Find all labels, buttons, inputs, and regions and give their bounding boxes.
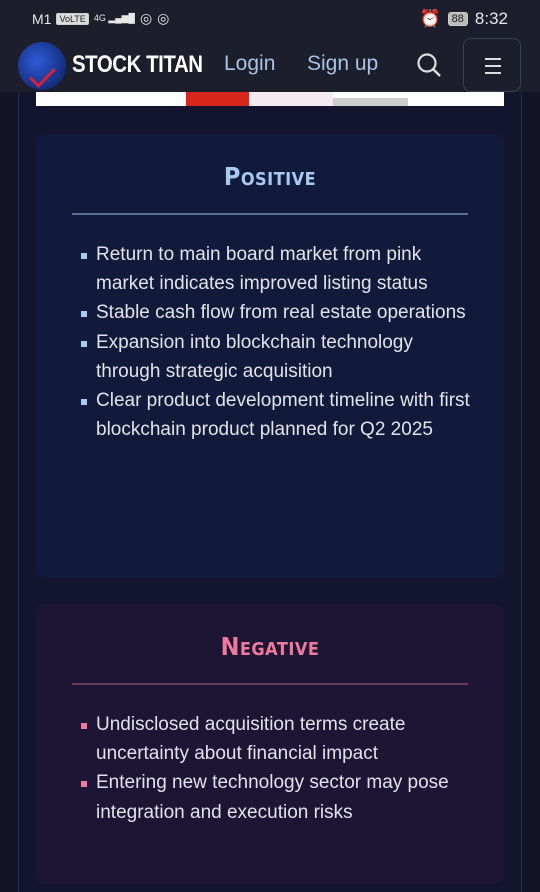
list-item: Clear product development timeline with … <box>80 386 480 444</box>
negative-list: Undisclosed acquisition terms create unc… <box>80 710 480 827</box>
negative-title: Negative <box>220 632 320 661</box>
divider <box>72 683 468 685</box>
signup-link[interactable]: Sign up <box>307 52 378 76</box>
clock: 8:32 <box>474 9 508 28</box>
login-link[interactable]: Login <box>224 52 275 76</box>
volte-icon: VoLTE <box>56 12 89 25</box>
battery-icon: 88 <box>447 12 468 26</box>
negative-card: Negative Undisclosed acquisition terms c… <box>36 604 504 884</box>
instagram-icon: ◎ <box>157 10 170 26</box>
list-item: Entering new technology sector may pose … <box>80 768 480 826</box>
carrier-label: M1 <box>32 10 52 27</box>
divider <box>72 213 468 215</box>
positive-list: Return to main board market from pink ma… <box>80 240 480 444</box>
advertisement-banner[interactable] <box>36 92 504 106</box>
brand-name[interactable]: STOCK TITAN <box>72 51 203 79</box>
positive-card: Positive Return to main board market fro… <box>36 134 504 578</box>
search-icon[interactable] <box>416 52 442 78</box>
list-item: Expansion into blockchain technology thr… <box>80 328 480 386</box>
instagram-icon: ◎ <box>139 10 153 26</box>
list-item: Return to main board market from pink ma… <box>80 240 480 298</box>
menu-button[interactable] <box>463 38 521 92</box>
stock-titan-logo[interactable] <box>18 42 66 90</box>
list-item: Undisclosed acquisition terms create unc… <box>80 710 480 768</box>
list-item: Stable cash flow from real estate operat… <box>80 298 480 327</box>
status-bar: M1 VoLTE 4G ▂▄▆█ ◎ ◎ ⏰ 88 8:32 <box>0 0 540 38</box>
signal-icon: 4G ▂▄▆█ <box>93 13 135 23</box>
alarm-icon: ⏰ <box>419 9 441 28</box>
site-header: STOCK TITAN Login Sign up <box>0 38 540 92</box>
positive-title: Positive <box>223 162 317 191</box>
